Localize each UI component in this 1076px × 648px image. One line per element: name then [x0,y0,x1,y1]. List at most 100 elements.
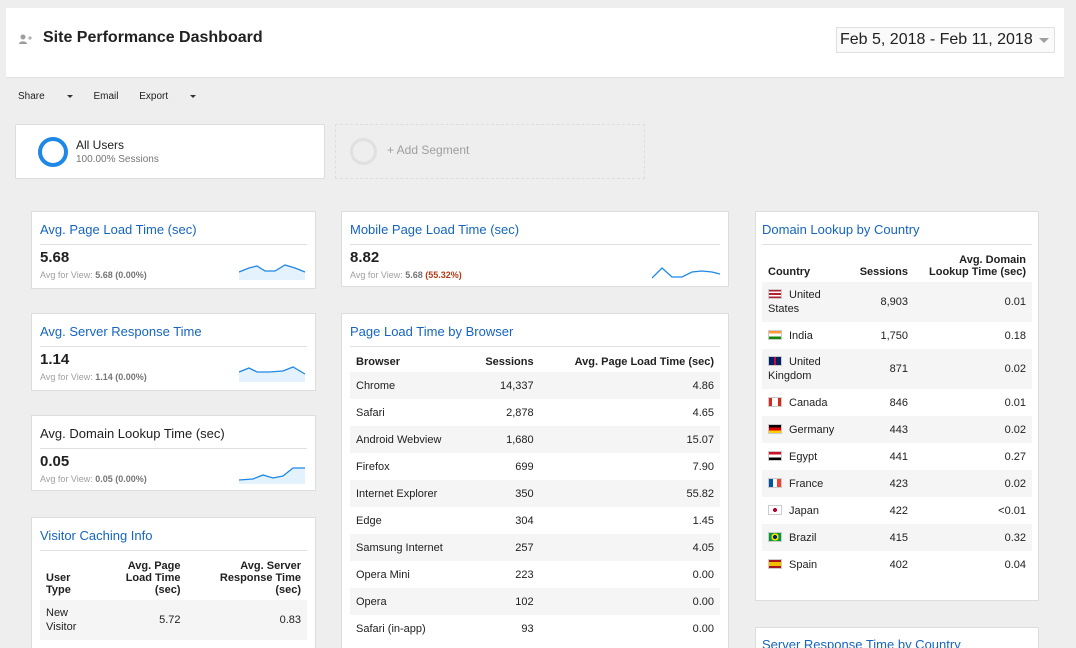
browser-cell: Android Webview [350,426,468,453]
load-time-cell: 0.00 [692,622,714,635]
sessions-cell: 102 [467,588,540,615]
lookup-time-cell: 0.18 [1004,329,1026,342]
widget-visitor-caching: Visitor Caching Info User Type Avg. Page… [31,517,316,648]
table-row: Safari (in-app) 93 0.00 [350,615,720,642]
table-row: Japan 422 <0.01 [762,497,1032,524]
column-header[interactable]: Sessions [848,250,914,282]
browser-cell: Safari (in-app) [356,622,426,635]
column-header[interactable]: User Type [40,556,96,600]
widget-title[interactable]: Server Response Time by Country [762,637,961,648]
flag-fr-icon [768,477,782,488]
flag-es-icon [768,558,782,569]
widget-mobile-page-load: Mobile Page Load Time (sec) 8.82 Avg for… [341,211,729,287]
export-button[interactable]: Export [139,91,197,102]
sessions-cell: 422 [889,504,908,517]
sessions-cell: 1,750 [880,329,908,342]
flag-us-icon [768,289,782,299]
widget-title[interactable]: Avg. Page Load Time (sec) [40,222,197,237]
sessions-cell: 350 [467,480,540,507]
column-header[interactable]: Browser [350,352,468,372]
widget-title[interactable]: Page Load Time by Browser [350,324,513,339]
add-segment-circle-icon [350,138,377,165]
sessions-cell: 699 [515,460,534,473]
column-header[interactable]: Sessions [468,352,540,372]
segment-circle-icon [38,137,68,167]
load-time-cell: 7.90 [692,460,714,473]
table-row: Chrome 14,337 4.86 [350,372,720,399]
browser-cell: Opera Mini [356,568,410,581]
widget-title[interactable]: Avg. Server Response Time [40,324,202,339]
sessions-cell: 304 [515,514,534,527]
country-cell: Brazil [762,524,848,551]
sessions-cell: 423 [848,470,914,497]
country-cell: Canada [762,389,848,416]
date-range-picker[interactable]: Feb 5, 2018 - Feb 11, 2018 [836,27,1055,53]
visitor-caching-table: User Type Avg. Page Load Time (sec) Avg.… [40,556,307,640]
widget-avg-domain-lookup: Avg. Domain Lookup Time (sec) 0.05 Avg f… [31,415,316,491]
segment-name: All Users [76,138,125,152]
metric-avg: Avg for View: 5.68 (55.32%) [350,270,462,280]
country-cell: United States [762,282,848,322]
country-cell: France [762,470,848,497]
widget-title[interactable]: Mobile Page Load Time (sec) [350,222,519,237]
divider [40,550,307,551]
column-header[interactable]: Avg. Domain Lookup Time (sec) [914,250,1032,282]
flag-br-icon [768,531,782,542]
column-header[interactable]: Avg. Server Response Time (sec) [187,556,308,600]
table-row: Edge 304 1.45 [350,507,720,534]
load-time-cell: 0.00 [539,588,720,615]
sessions-cell: 93 [521,622,534,635]
load-time-cell: 15.07 [539,426,720,453]
metric-avg: Avg for View: 5.68 (0.00%) [40,270,147,280]
table-row: France 423 0.02 [762,470,1032,497]
table-row: Germany 443 0.02 [762,416,1032,443]
share-button[interactable]: Share [18,91,73,102]
divider [40,346,307,347]
flag-eg-icon [768,450,782,461]
divider [350,346,720,347]
toolbar: Share Email Export [18,91,214,102]
widget-domain-lookup-country: Domain Lookup by Country Country Session… [755,211,1039,601]
table-row: Brazil 415 0.32 [762,524,1032,551]
table-row: Firefox 699 7.90 [350,453,720,480]
column-header[interactable]: Avg. Page Load Time (sec) [96,556,187,600]
column-header[interactable]: Country [762,250,848,282]
sessions-cell: 1,680 [467,426,540,453]
country-cell: India [762,322,848,349]
add-person-icon[interactable] [18,32,32,46]
load-time-cell: 0.00 [692,568,714,581]
segment-all-users[interactable]: All Users 100.00% Sessions [15,124,325,179]
flag-gb-icon [768,356,782,366]
browser-cell: Chrome [350,372,468,399]
domain-lookup-table: Country Sessions Avg. Domain Lookup Time… [762,250,1032,578]
lookup-time-cell: 0.32 [914,524,1032,551]
sessions-cell: 14,337 [467,372,540,399]
table-row: New Visitor 5.72 0.83 [40,600,307,640]
table-row: Samsung Internet 257 4.05 [350,534,720,561]
sessions-cell: 443 [848,416,914,443]
widget-title[interactable]: Avg. Domain Lookup Time (sec) [40,426,225,441]
sparkline [652,267,721,279]
table-row: Opera Mini 223 0.00 [350,561,720,588]
chevron-down-icon [1039,38,1049,43]
email-button[interactable]: Email [93,91,118,102]
add-segment-button[interactable]: + Add Segment [335,124,645,179]
metric-value: 1.14 [40,351,70,368]
browser-cell: Firefox [356,460,390,473]
column-header[interactable]: Avg. Page Load Time (sec) [540,352,720,372]
widget-title[interactable]: Domain Lookup by Country [762,222,920,237]
country-cell: Germany [762,416,848,443]
table-row: India 1,750 0.18 [762,322,1032,349]
lookup-time-cell: 0.27 [1004,450,1026,463]
divider [40,448,307,449]
chevron-down-icon [190,94,197,98]
server-time-cell: 0.83 [186,600,307,640]
table-row: Spain 402 0.04 [762,551,1032,578]
browser-cell: Internet Explorer [350,480,468,507]
browser-cell: Samsung Internet [350,534,468,561]
page-title: Site Performance Dashboard [43,29,263,46]
table-row: Internet Explorer 350 55.82 [350,480,720,507]
widget-title[interactable]: Visitor Caching Info [40,528,153,543]
table-row: Android Webview 1,680 15.07 [350,426,720,453]
sessions-cell: 871 [848,349,914,389]
